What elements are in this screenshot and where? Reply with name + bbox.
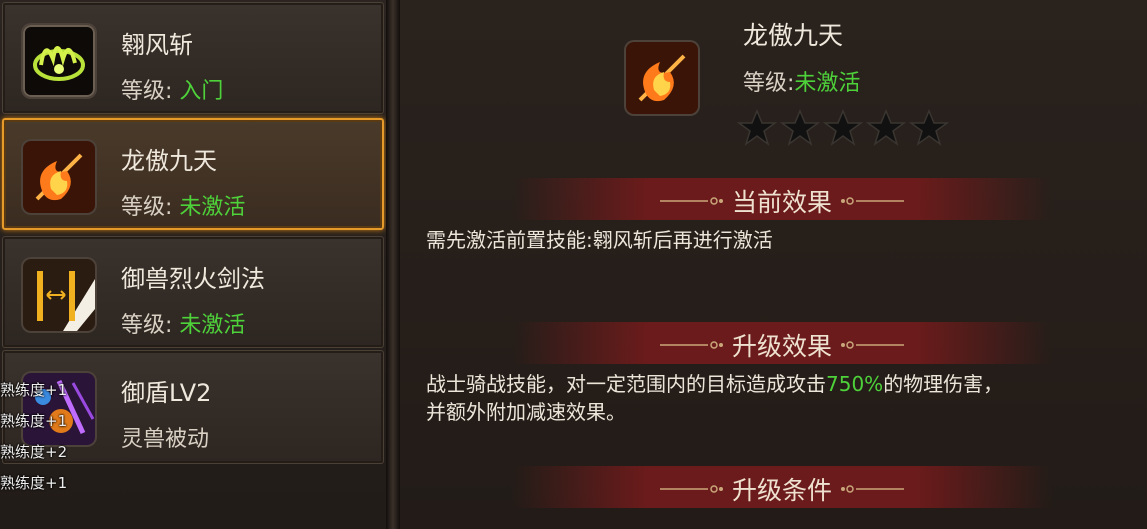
skill-level: 等级: 未激活 bbox=[121, 195, 246, 220]
star-icon bbox=[737, 109, 777, 146]
section-title: 当前效果 bbox=[731, 188, 832, 217]
skill-item-1[interactable]: 翱风斩 等级: 入门 bbox=[2, 2, 384, 114]
star-icon bbox=[909, 109, 949, 146]
skill-level: 灵兽被动 bbox=[121, 427, 210, 452]
detail-skill-level: 等级:未激活 bbox=[743, 71, 861, 96]
skill-name: 龙傲九天 bbox=[121, 147, 217, 175]
star-icon bbox=[780, 109, 820, 146]
ornament-icon bbox=[841, 341, 904, 349]
section-title: 升级条件 bbox=[731, 476, 832, 505]
upgrade-condition-header: 升级条件 bbox=[512, 466, 1052, 508]
current-effect-text: 需先激活前置技能:翱风斩后再进行激活 bbox=[426, 228, 773, 252]
flame-dragon-icon bbox=[626, 42, 698, 114]
skill-name: 翱风斩 bbox=[121, 31, 193, 59]
proficiency-popup: 熟练度+2 bbox=[0, 443, 68, 461]
skill-detail-panel: 龙傲九天 等级:未激活 当前效果 需先激活前置技能:翱风斩后再进行激活 升级效果… bbox=[400, 0, 1147, 529]
wing-slash-icon bbox=[23, 25, 95, 97]
ornament-icon bbox=[841, 485, 904, 493]
skill-name: 御盾LV2 bbox=[121, 379, 212, 407]
star-rating bbox=[737, 108, 952, 152]
beast-sword-icon bbox=[23, 259, 95, 331]
proficiency-popups: 熟练度+1 熟练度+1 熟练度+2 熟练度+1 bbox=[0, 375, 67, 499]
proficiency-popup: 熟练度+1 bbox=[0, 474, 68, 492]
section-title: 升级效果 bbox=[731, 332, 832, 361]
panel-divider bbox=[386, 0, 400, 529]
ornament-icon bbox=[841, 197, 904, 205]
current-effect-header: 当前效果 bbox=[512, 178, 1052, 220]
damage-percent: 750% bbox=[826, 372, 884, 396]
skill-list-panel: 翱风斩 等级: 入门 龙傲九天 等级: 未激活 御兽烈火剑法 等级: 未激活 御… bbox=[0, 0, 395, 529]
skill-name: 御兽烈火剑法 bbox=[121, 265, 265, 293]
skill-item-2-selected[interactable]: 龙傲九天 等级: 未激活 bbox=[2, 118, 384, 230]
proficiency-popup: 熟练度+1 bbox=[0, 381, 68, 399]
upgrade-effect-text: 战士骑战技能，对一定范围内的目标造成攻击750%的物理伤害， 并额外附加减速效果… bbox=[426, 372, 1004, 424]
proficiency-popup: 熟练度+1 bbox=[0, 412, 68, 430]
skill-level: 等级: 入门 bbox=[121, 79, 224, 104]
skill-item-3[interactable]: 御兽烈火剑法 等级: 未激活 bbox=[2, 236, 384, 348]
flame-dragon-icon bbox=[23, 141, 95, 213]
skill-level: 等级: 未激活 bbox=[121, 313, 246, 338]
star-icon bbox=[823, 109, 863, 146]
upgrade-effect-header: 升级效果 bbox=[512, 322, 1052, 364]
detail-skill-name: 龙傲九天 bbox=[743, 21, 844, 50]
star-icon bbox=[866, 109, 906, 146]
